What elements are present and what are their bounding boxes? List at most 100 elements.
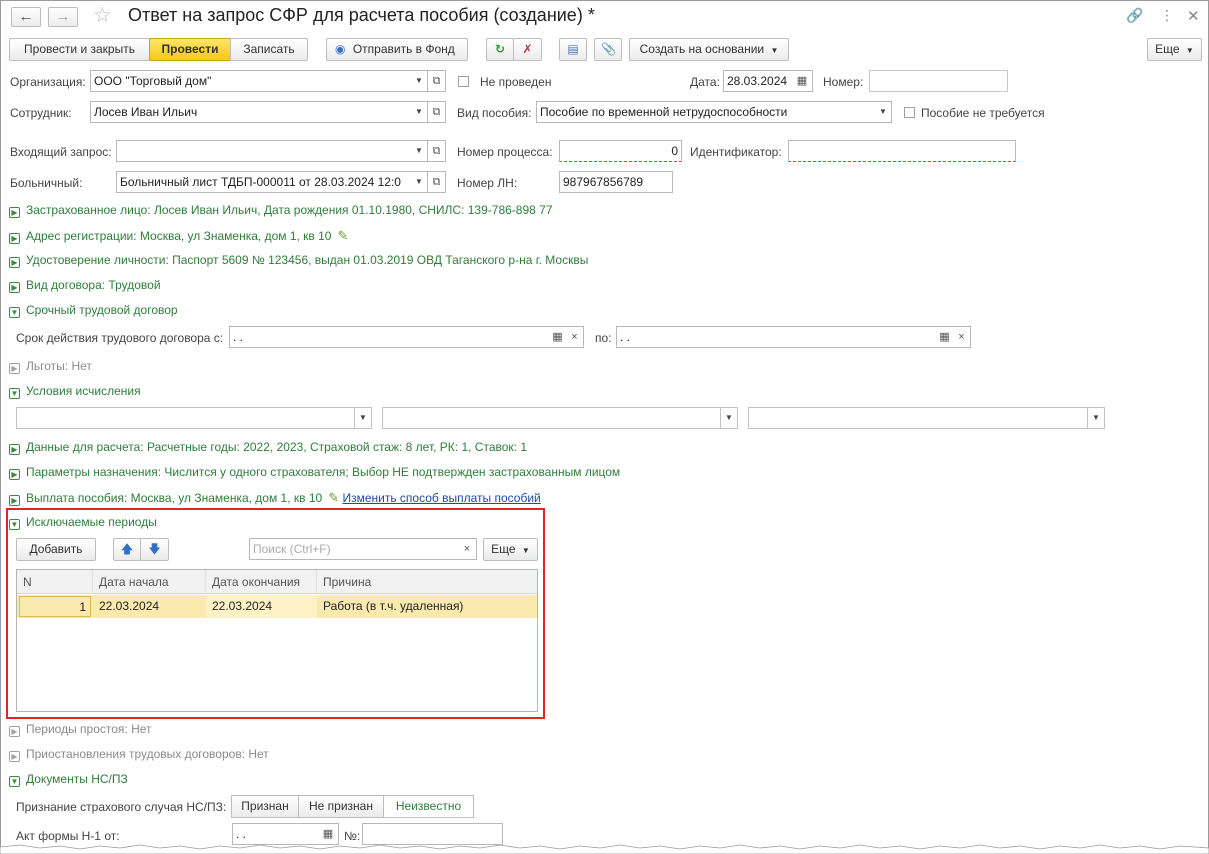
group-contract-kind[interactable]: ▶ Вид договора: Трудовой [9, 278, 161, 293]
org-field[interactable]: ООО "Торговый дом" [90, 70, 412, 92]
contract-to-field[interactable]: . . [616, 326, 937, 348]
incoming-field[interactable] [116, 140, 412, 162]
change-payment-link[interactable]: Изменить способ выплаты пособий [342, 491, 540, 505]
condition-select-1[interactable]: ▼ [16, 407, 372, 429]
condition-select-3[interactable]: ▼ [748, 407, 1105, 429]
sick-field[interactable]: Больничный лист ТДБП-000011 от 28.03.202… [116, 171, 412, 193]
pencil-icon[interactable]: ✎ [337, 228, 348, 243]
column-header-start[interactable]: Дата начала [93, 570, 206, 594]
date-label: Дата: [690, 75, 720, 89]
add-button[interactable]: Добавить [16, 538, 96, 561]
refresh-icon[interactable]: ↻ [486, 38, 514, 61]
column-header-end[interactable]: Дата окончания [206, 570, 317, 594]
group-identity-label: Удостоверение личности: Паспорт 5609 № 1… [26, 253, 589, 267]
incoming-dropdown-icon[interactable]: ▼ [411, 140, 428, 162]
cell-n[interactable]: 1 [19, 596, 91, 617]
group-benefits[interactable]: ▶ Льготы: Нет [9, 359, 92, 374]
contract-from-field[interactable]: . . [229, 326, 550, 348]
calendar-icon[interactable]: ▦ [936, 326, 954, 348]
condition-select-2[interactable]: ▼ [382, 407, 738, 429]
chevron-right-icon: ▶ [9, 363, 20, 374]
create-based-on-button[interactable]: Создать на основании ▼ [629, 38, 789, 61]
attachment-icon[interactable]: 📎 [594, 38, 622, 61]
chevron-down-icon: ▼ [9, 776, 20, 787]
group-suspension[interactable]: ▶ Приостановления трудовых договоров: Нет [9, 747, 269, 762]
close-icon[interactable]: ✕ [1187, 7, 1200, 25]
post-and-close-button[interactable]: Провести и закрыть [9, 38, 150, 61]
contract-from-label: Срок действия трудового договора с: [16, 331, 224, 345]
group-idle[interactable]: ▶ Периоды простоя: Нет [9, 722, 152, 737]
chevron-right-icon: ▶ [9, 495, 20, 506]
forward-icon[interactable]: → [48, 7, 78, 27]
not-posted-checkbox [458, 76, 469, 87]
cell-end[interactable]: 22.03.2024 [206, 595, 317, 618]
sick-dropdown-icon[interactable]: ▼ [411, 171, 428, 193]
clear-icon[interactable]: × [566, 326, 584, 348]
sick-open-icon[interactable]: ⧉ [428, 171, 446, 193]
employee-field[interactable]: Лосев Иван Ильич [90, 101, 412, 123]
chevron-down-icon: ▼ [9, 388, 20, 399]
group-suspension-label: Приостановления трудовых договоров: Нет [26, 747, 269, 761]
link-icon[interactable]: 🔗 [1126, 7, 1143, 24]
group-address[interactable]: ▶ Адрес регистрации: Москва, ул Знаменка,… [9, 228, 348, 244]
employee-dropdown-icon[interactable]: ▼ [411, 101, 428, 123]
process-field[interactable]: 0 [559, 140, 682, 162]
group-calc-conditions[interactable]: ▼ Условия исчисления [9, 384, 141, 399]
ln-label: Номер ЛН: [457, 176, 518, 190]
group-docs[interactable]: ▼ Документы НС/ПЗ [9, 772, 128, 787]
clear-icon[interactable]: × [953, 326, 971, 348]
calendar-icon[interactable]: ▦ [549, 326, 567, 348]
post-button[interactable]: Провести [149, 38, 231, 61]
excluded-periods-table[interactable]: N Дата начала Дата окончания Причина 1 2… [16, 569, 538, 712]
cell-start[interactable]: 22.03.2024 [93, 595, 206, 618]
recognition-option-not-recognized[interactable]: Не признан [298, 795, 384, 818]
clear-posting-icon[interactable]: ✗ [513, 38, 542, 61]
clear-search-icon[interactable]: × [458, 538, 477, 560]
org-dropdown-icon[interactable]: ▼ [411, 70, 428, 92]
org-open-icon[interactable]: ⧉ [428, 70, 446, 92]
arrow-up-icon[interactable]: 🡅 [113, 538, 141, 561]
group-params-label: Параметры назначения: Числится у одного … [26, 465, 621, 479]
table-row[interactable]: 1 22.03.2024 22.03.2024 Работа (в т.ч. у… [17, 595, 537, 618]
group-fixed-term[interactable]: ▼ Срочный трудовой договор [9, 303, 178, 318]
recognition-option-unknown[interactable]: Неизвестно [383, 795, 474, 818]
ident-label: Идентификатор: [690, 145, 782, 159]
group-insured[interactable]: ▶ Застрахованное лицо: Лосев Иван Ильич, … [9, 203, 553, 218]
column-header-n[interactable]: N [17, 570, 93, 594]
table-more-button[interactable]: Еще ▼ [483, 538, 538, 561]
group-calc-data[interactable]: ▶ Данные для расчета: Расчетные годы: 202… [9, 440, 527, 455]
group-idle-label: Периоды простоя: Нет [26, 722, 152, 736]
search-input[interactable]: Поиск (Ctrl+F) [249, 538, 459, 560]
group-params[interactable]: ▶ Параметры назначения: Числится у одного… [9, 465, 620, 480]
table-more-label: Еще [491, 542, 516, 556]
ln-field[interactable]: 987967856789 [559, 171, 673, 193]
column-header-reason[interactable]: Причина [317, 570, 537, 594]
incoming-open-icon[interactable]: ⧉ [428, 140, 446, 162]
group-address-label: Адрес регистрации: Москва, ул Знаменка, … [26, 229, 332, 243]
benefit-type-dropdown-icon[interactable]: ▼ [875, 101, 892, 123]
chevron-right-icon: ▶ [9, 469, 20, 480]
save-button[interactable]: Записать [230, 38, 308, 61]
group-excluded[interactable]: ▼ Исключаемые периоды [9, 515, 157, 530]
benefit-type-field[interactable]: Пособие по временной нетрудоспособности [536, 101, 876, 123]
no-benefit-checkbox[interactable] [904, 107, 915, 118]
back-icon[interactable]: ← [11, 7, 41, 27]
recognition-option-recognized[interactable]: Признан [231, 795, 299, 818]
group-calc-conditions-label: Условия исчисления [26, 384, 141, 398]
menu-dots-icon[interactable]: ⋮ [1160, 7, 1174, 24]
chevron-right-icon: ▶ [9, 282, 20, 293]
cell-reason[interactable]: Работа (в т.ч. удаленная) [317, 595, 537, 618]
favorite-star-icon[interactable]: ☆ [93, 3, 112, 28]
date-field[interactable]: 28.03.2024 [723, 70, 793, 92]
ident-field[interactable] [788, 140, 1016, 162]
pencil-icon[interactable]: ✎ [328, 490, 339, 505]
calendar-icon[interactable]: ▦ [792, 70, 813, 92]
document-list-icon[interactable]: ▤ [559, 38, 587, 61]
employee-open-icon[interactable]: ⧉ [428, 101, 446, 123]
group-payment[interactable]: ▶ Выплата пособия: Москва, ул Знаменка, д… [9, 490, 541, 506]
more-button[interactable]: Еще ▼ [1147, 38, 1202, 61]
send-to-fund-button[interactable]: ◉ Отправить в Фонд [326, 38, 468, 61]
number-field[interactable] [869, 70, 1008, 92]
group-identity[interactable]: ▶ Удостоверение личности: Паспорт 5609 № … [9, 253, 588, 268]
arrow-down-icon[interactable]: 🡇 [140, 538, 169, 561]
